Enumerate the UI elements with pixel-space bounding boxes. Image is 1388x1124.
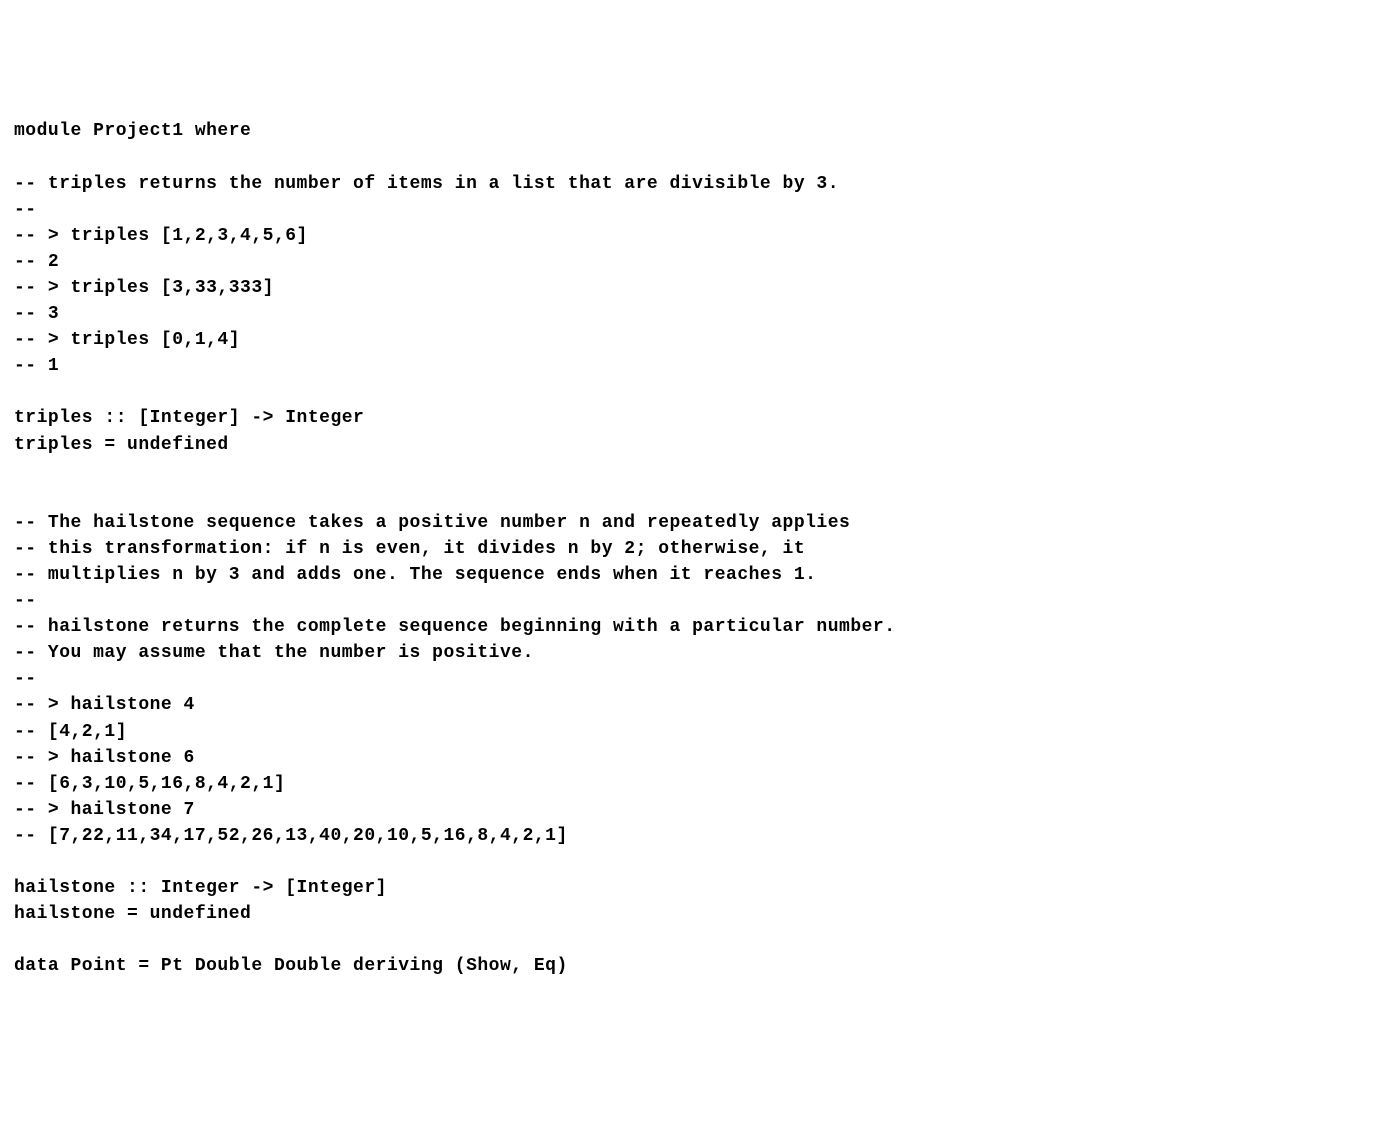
code-line: -- 2	[14, 249, 1374, 275]
code-line	[14, 379, 1374, 405]
code-line: --	[14, 197, 1374, 223]
code-line: -- > triples [1,2,3,4,5,6]	[14, 223, 1374, 249]
code-line: -- 1	[14, 353, 1374, 379]
code-line	[14, 849, 1374, 875]
code-line: -- > hailstone 4	[14, 692, 1374, 718]
code-line: -- [7,22,11,34,17,52,26,13,40,20,10,5,16…	[14, 823, 1374, 849]
code-line: -- this transformation: if n is even, it…	[14, 536, 1374, 562]
code-line: triples :: [Integer] -> Integer	[14, 405, 1374, 431]
code-line: -- triples returns the number of items i…	[14, 171, 1374, 197]
code-line	[14, 484, 1374, 510]
code-line: -- You may assume that the number is pos…	[14, 640, 1374, 666]
code-line: --	[14, 588, 1374, 614]
code-line: module Project1 where	[14, 118, 1374, 144]
code-block: module Project1 where -- triples returns…	[14, 118, 1374, 979]
code-line	[14, 458, 1374, 484]
code-line: triples = undefined	[14, 432, 1374, 458]
code-line: -- 3	[14, 301, 1374, 327]
code-line: hailstone :: Integer -> [Integer]	[14, 875, 1374, 901]
code-line: -- multiplies n by 3 and adds one. The s…	[14, 562, 1374, 588]
code-line: data Point = Pt Double Double deriving (…	[14, 953, 1374, 979]
code-line: -- [4,2,1]	[14, 719, 1374, 745]
code-line: -- > triples [0,1,4]	[14, 327, 1374, 353]
code-line: --	[14, 666, 1374, 692]
code-line: -- The hailstone sequence takes a positi…	[14, 510, 1374, 536]
code-line: -- > hailstone 6	[14, 745, 1374, 771]
code-line: -- [6,3,10,5,16,8,4,2,1]	[14, 771, 1374, 797]
code-line	[14, 144, 1374, 170]
code-line	[14, 927, 1374, 953]
code-line: -- > triples [3,33,333]	[14, 275, 1374, 301]
code-line: hailstone = undefined	[14, 901, 1374, 927]
code-line: -- > hailstone 7	[14, 797, 1374, 823]
code-line: -- hailstone returns the complete sequen…	[14, 614, 1374, 640]
